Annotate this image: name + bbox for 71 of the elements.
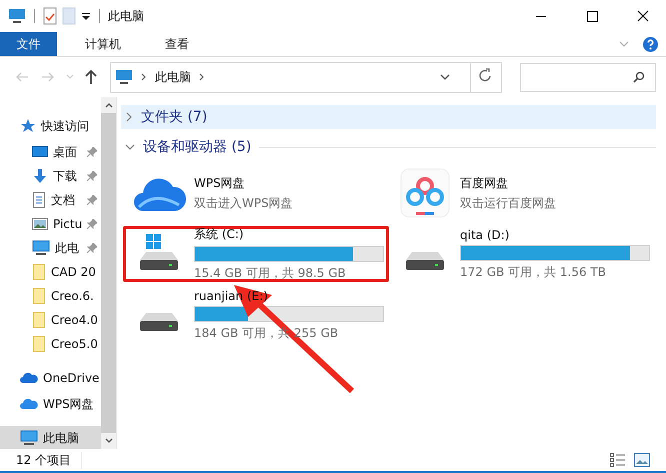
chevron-down-icon[interactable] [440,73,450,81]
sidebar-item[interactable]: Creo4.0 [0,308,101,332]
breadcrumb[interactable]: 此电脑 [155,68,191,86]
ribbon-tab[interactable]: 计算机 [65,32,141,56]
item-count: 12 个项目 [16,452,82,468]
sidebar-item[interactable]: 快速访问 [0,114,101,138]
chevron-right-icon[interactable] [141,73,147,81]
scroll-up-icon[interactable] [104,102,112,108]
pin-icon[interactable] [87,195,97,205]
device-tile[interactable]: qita (D:) 172 GB 可用，共 1.56 TB [389,226,661,282]
up-icon[interactable] [84,69,98,85]
sidebar-item[interactable]: Creo.6. [0,284,101,308]
sidebar-item[interactable]: 此电脑 [0,426,101,449]
sidebar-item[interactable]: OneDrive [0,366,101,390]
device-name: qita (D:) [460,228,510,242]
group-header[interactable]: 文件夹 (7) [121,105,656,129]
group-header[interactable]: 设备和驱动器 (5) [121,135,666,159]
search-field[interactable] [520,62,656,92]
sidebar-item[interactable]: Pictu [0,212,101,236]
computer-icon [115,69,133,85]
device-name: 系统 (C:) [194,226,245,243]
properties-icon[interactable] [43,7,57,25]
pin-icon[interactable] [87,147,97,157]
help-icon[interactable] [643,36,658,52]
folder-icon [32,288,46,304]
folder-icon [32,264,46,280]
computer-icon [32,240,50,256]
pin-icon[interactable] [87,171,97,181]
cloud-icon [20,398,38,410]
picture-icon [32,217,48,231]
ribbon-tab[interactable]: 文件 [0,32,57,56]
computer-icon[interactable] [8,8,26,24]
sidebar-item[interactable]: WPS网盘 [0,392,101,416]
sidebar-item[interactable]: Creo5.0 [0,332,101,356]
sidebar-item[interactable]: 下载 [0,164,101,188]
star-icon [20,118,36,134]
device-name: 百度网盘 [460,174,509,192]
chevron-right-icon [125,112,133,122]
device-detail: 双击运行百度网盘 [460,194,556,212]
sidebar-item[interactable]: 桌面 [0,140,101,164]
device-tile[interactable]: WPS网盘 双击进入WPS网盘 [123,165,389,221]
chevron-down-icon [125,143,135,151]
address-bar[interactable]: 此电脑 [110,62,502,92]
scroll-down-icon[interactable] [104,438,112,444]
device-detail: 172 GB 可用，共 1.56 TB [460,264,607,280]
device-tile[interactable]: 百度网盘 双击运行百度网盘 [389,165,661,221]
desktop-icon [32,145,48,159]
device-name: WPS网盘 [194,174,246,192]
chevron-right-icon[interactable] [199,73,205,81]
large-icons-view-icon[interactable] [634,453,650,467]
folder-icon [32,312,46,328]
down-arrow-icon [32,168,48,184]
device-detail: 双击进入WPS网盘 [194,194,293,212]
sidebar-item[interactable]: CAD 20 [0,260,101,284]
scrollbar[interactable] [101,97,116,449]
app-icon [398,168,452,218]
document-icon [32,192,46,208]
sidebar-item[interactable]: 此电 [0,236,101,260]
pin-icon[interactable] [87,219,97,229]
pin-icon[interactable] [87,243,97,253]
device-tile[interactable]: 系统 (C:) 15.4 GB 可用，共 98.5 GB [123,226,389,282]
details-view-icon[interactable] [610,453,626,467]
ribbon-tab[interactable]: 查看 [149,32,205,56]
search-icon [633,71,645,83]
device-detail: 15.4 GB 可用，共 98.5 GB [194,265,347,282]
sidebar-item[interactable]: 文档 [0,188,101,212]
folder-icon [32,336,46,352]
dropdown-icon[interactable] [81,11,91,21]
window-title: 此电脑 [108,8,144,24]
computer-icon [20,430,38,446]
cloud-icon [20,372,38,384]
